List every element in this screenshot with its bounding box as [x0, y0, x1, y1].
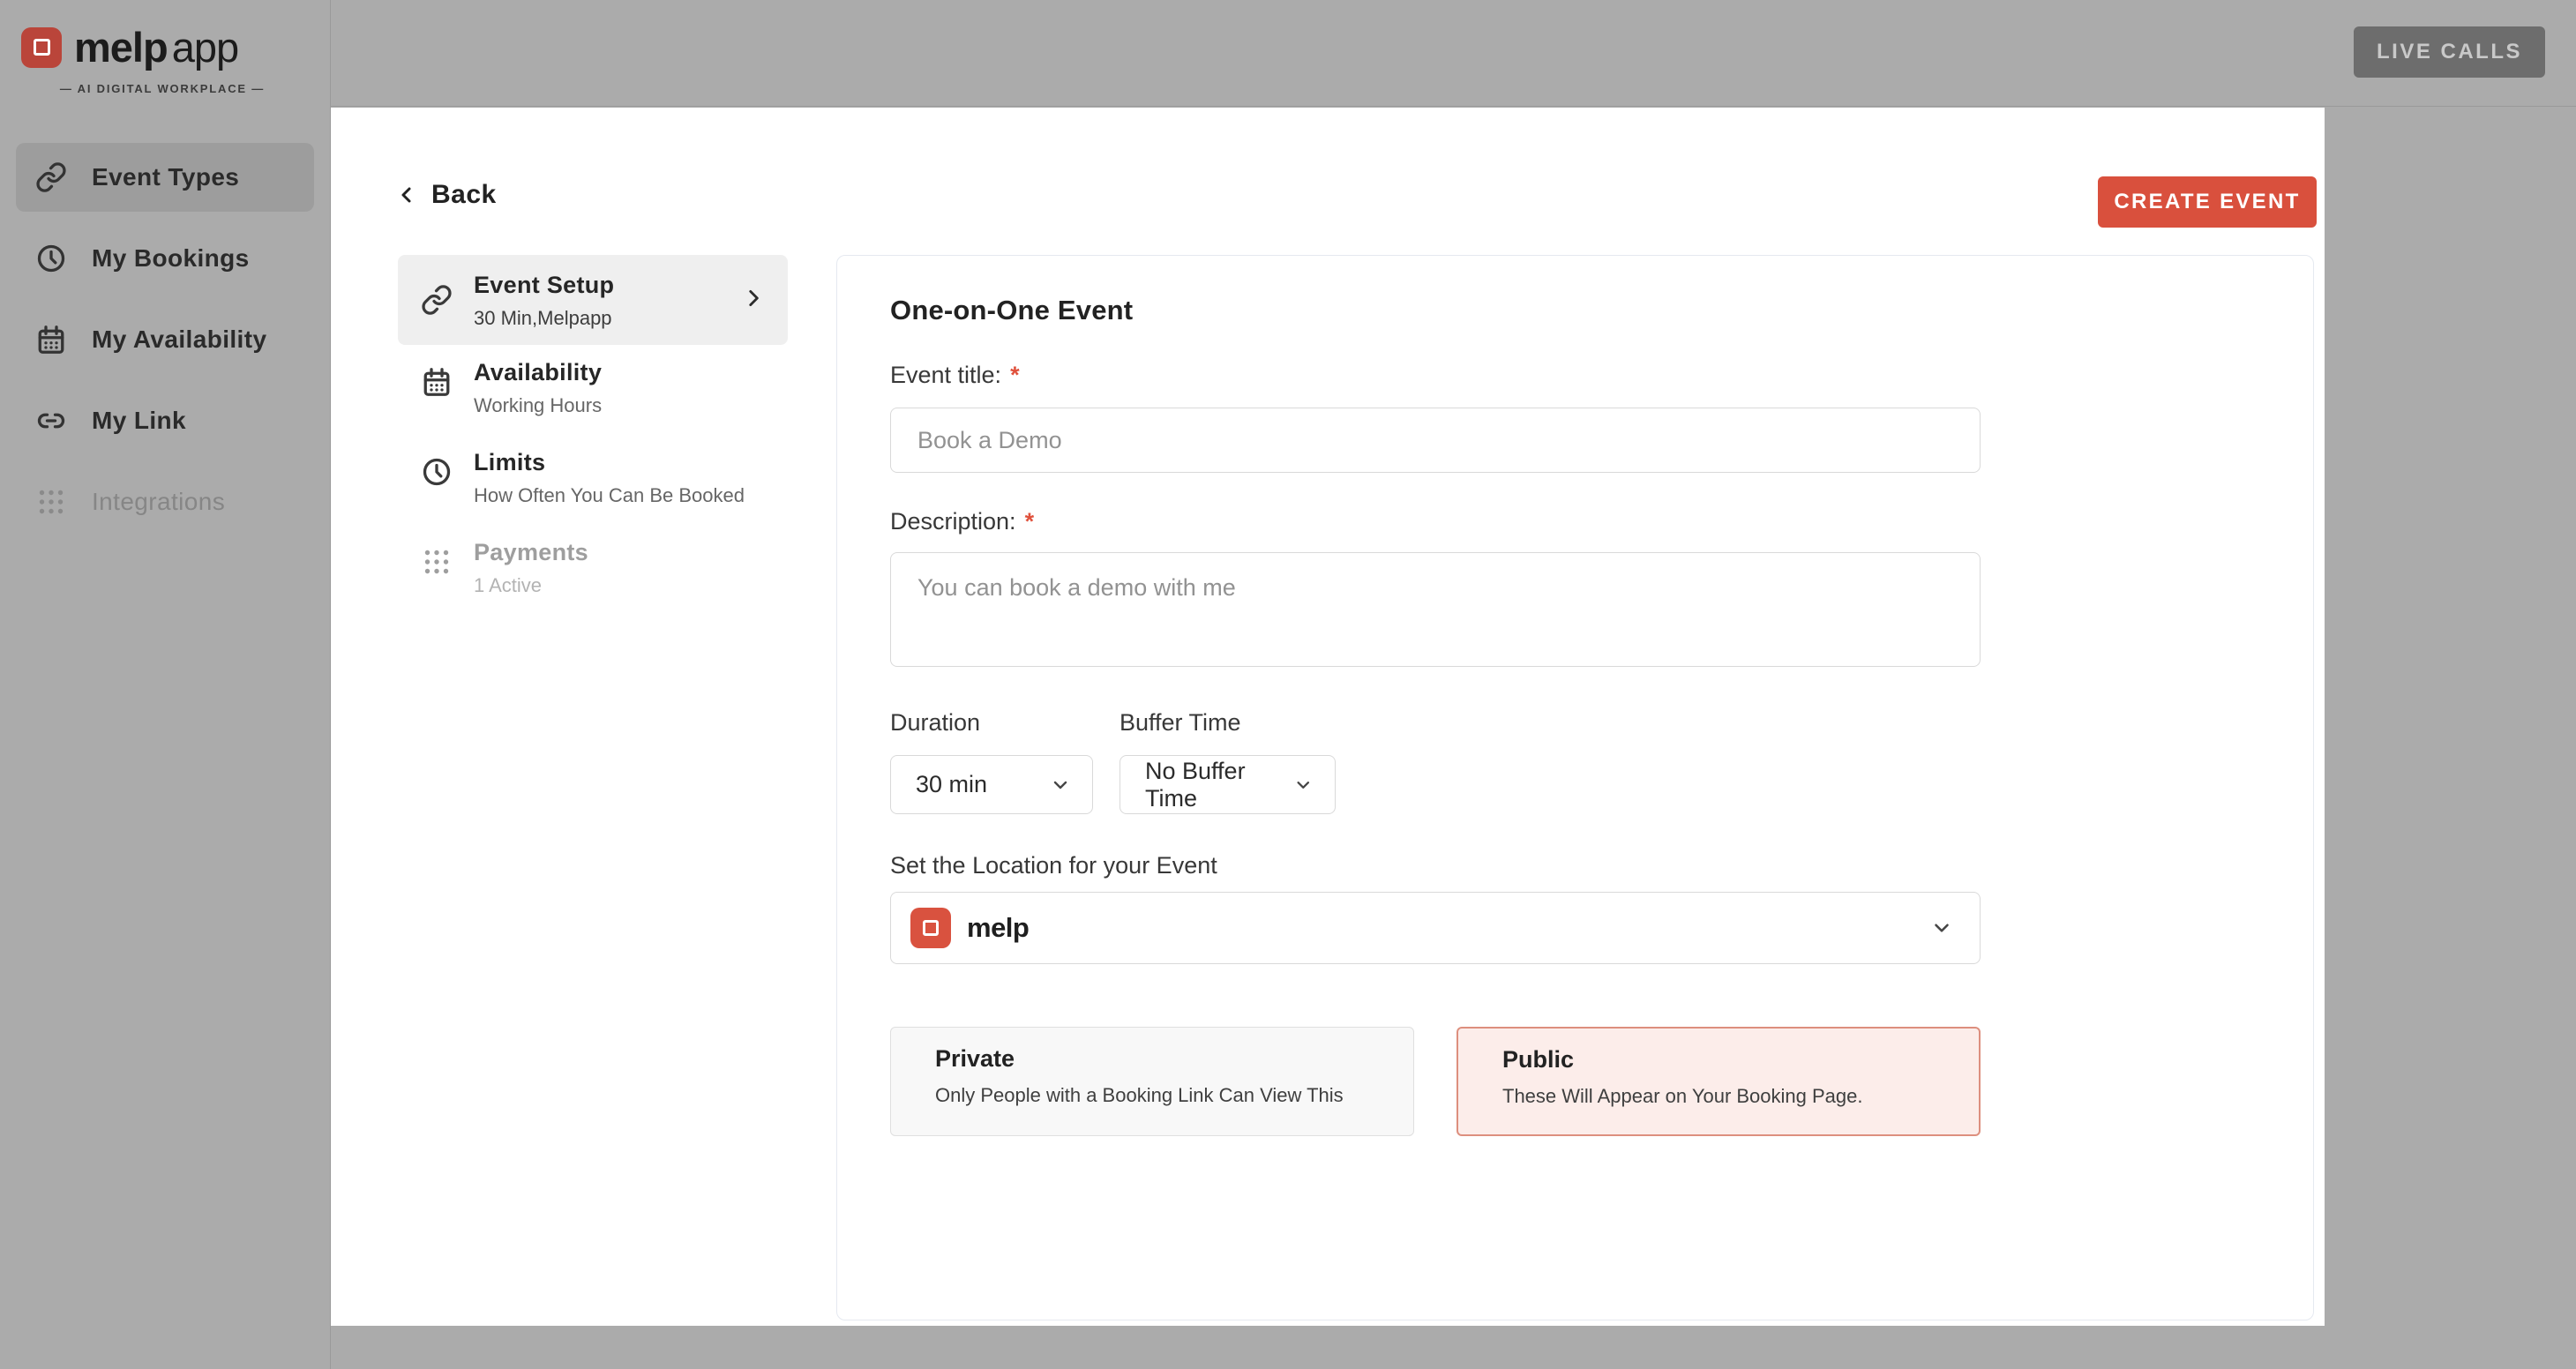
step-subtitle: How Often You Can Be Booked — [474, 484, 745, 507]
sidebar-item-label: My Link — [92, 407, 186, 435]
chain-link-icon — [421, 284, 453, 316]
event-steps-list: Event Setup 30 Min,Melpapp Availability … — [398, 255, 788, 749]
sidebar: melpapp — AI DIGITAL WORKPLACE — Event T… — [0, 0, 331, 1369]
step-subtitle: Working Hours — [474, 394, 602, 417]
back-button[interactable]: Back — [396, 180, 497, 210]
location-label: Set the Location for your Event — [890, 852, 1217, 879]
sidebar-item-label: Event Types — [92, 163, 239, 191]
buffer-time-select[interactable]: No Buffer Time — [1120, 755, 1336, 814]
required-asterisk: * — [1010, 362, 1020, 389]
melp-logo-glyph — [923, 920, 939, 936]
melp-logo-icon — [910, 908, 951, 948]
visibility-option-private[interactable]: Private Only People with a Booking Link … — [890, 1027, 1414, 1136]
buffer-time-label: Buffer Time — [1120, 709, 1241, 737]
chevron-down-icon — [1293, 774, 1314, 796]
main-panel: Back CREATE EVENT Event Setup 30 Min,Mel… — [331, 108, 2325, 1326]
event-title-input[interactable] — [890, 408, 1981, 473]
brand-name-secondary: app — [172, 24, 238, 71]
sidebar-item-label: Integrations — [92, 488, 225, 516]
grid-dots-icon — [35, 486, 67, 518]
form-heading: One-on-One Event — [890, 295, 1133, 326]
visibility-title: Private — [935, 1045, 1413, 1073]
chain-link-icon — [35, 161, 67, 193]
step-event-setup[interactable]: Event Setup 30 Min,Melpapp — [398, 255, 788, 345]
step-title: Payments — [474, 537, 588, 567]
visibility-option-public[interactable]: Public These Will Appear on Your Booking… — [1456, 1027, 1981, 1136]
step-limits[interactable]: Limits How Often You Can Be Booked — [398, 447, 745, 507]
link-icon — [35, 405, 67, 437]
location-value: melp — [967, 912, 1029, 944]
live-calls-button[interactable]: LIVE CALLS — [2354, 26, 2545, 78]
create-event-button[interactable]: CREATE EVENT — [2098, 176, 2317, 228]
location-select[interactable]: melp — [890, 892, 1981, 964]
step-availability[interactable]: Availability Working Hours — [398, 357, 602, 417]
sidebar-item-integrations[interactable]: Integrations — [16, 468, 314, 536]
duration-select[interactable]: 30 min — [890, 755, 1093, 814]
visibility-description: Only People with a Booking Link Can View… — [935, 1084, 1413, 1107]
brand-tagline: — AI DIGITAL WORKPLACE — — [56, 82, 268, 95]
step-subtitle: 30 Min,Melpapp — [474, 307, 614, 330]
calendar-icon — [421, 366, 453, 398]
event-setup-form: One-on-One Event Event title:* Descripti… — [836, 255, 2314, 1320]
grid-dots-icon — [421, 546, 453, 578]
description-textarea[interactable] — [890, 552, 1981, 667]
sidebar-item-label: My Bookings — [92, 244, 250, 273]
chevron-left-icon — [396, 184, 417, 206]
topbar: LIVE CALLS — [331, 0, 2576, 107]
clock-icon — [421, 456, 453, 488]
buffer-time-value: No Buffer Time — [1145, 758, 1293, 812]
melp-logo-glyph — [34, 39, 50, 56]
step-title: Limits — [474, 447, 745, 477]
brand-logo: melpapp — AI DIGITAL WORKPLACE — — [0, 0, 330, 95]
calendar-icon — [35, 324, 67, 355]
back-label: Back — [431, 180, 497, 210]
required-asterisk: * — [1025, 508, 1035, 535]
chevron-down-icon — [1050, 774, 1071, 796]
sidebar-item-event-types[interactable]: Event Types — [16, 143, 314, 212]
description-label: Description:* — [890, 508, 1034, 535]
duration-value: 30 min — [916, 771, 987, 798]
chevron-down-icon — [1930, 916, 1953, 939]
brand-name: melpapp — [74, 23, 238, 71]
chevron-right-icon — [742, 287, 765, 310]
brand-name-primary: melp — [74, 24, 168, 71]
step-title: Event Setup — [474, 270, 614, 300]
step-payments[interactable]: Payments 1 Active — [398, 537, 588, 597]
sidebar-item-my-availability[interactable]: My Availability — [16, 305, 314, 374]
sidebar-item-my-link[interactable]: My Link — [16, 386, 314, 455]
step-title: Availability — [474, 357, 602, 387]
sidebar-item-label: My Availability — [92, 325, 266, 354]
sidebar-nav: Event Types My Bookings My Availability … — [0, 143, 330, 536]
clock-icon — [35, 243, 67, 274]
duration-label: Duration — [890, 709, 980, 737]
step-subtitle: 1 Active — [474, 574, 588, 597]
event-title-label: Event title:* — [890, 362, 1020, 389]
visibility-title: Public — [1502, 1046, 1979, 1074]
visibility-description: These Will Appear on Your Booking Page. — [1502, 1085, 1979, 1108]
melp-logo-icon — [21, 27, 62, 68]
sidebar-item-my-bookings[interactable]: My Bookings — [16, 224, 314, 293]
